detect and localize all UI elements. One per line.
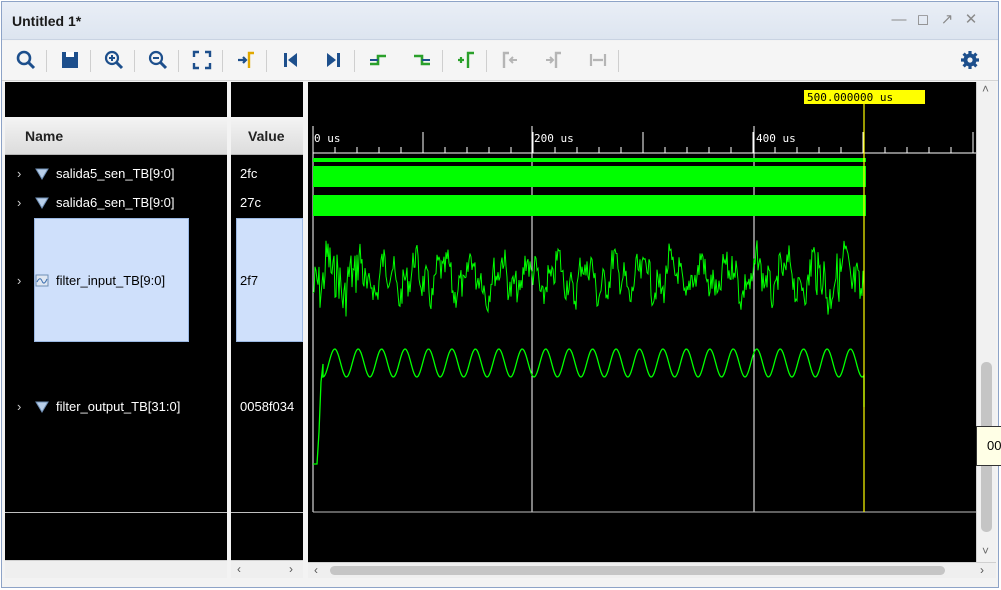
bus-trace[interactable] bbox=[313, 166, 866, 187]
signal-value-panel: Value 2fc 27c 2f7 0058f034 ‹ › bbox=[231, 82, 303, 578]
next-transition-icon[interactable] bbox=[410, 48, 434, 72]
scroll-down-icon[interactable]: ˅ bbox=[982, 544, 989, 558]
zoom-out-icon[interactable] bbox=[146, 48, 170, 72]
add-marker-icon[interactable] bbox=[454, 48, 478, 72]
analog-signal-icon bbox=[35, 274, 49, 287]
signal-name-panel: Name › salida5_sen_TB[9:0] › salida6_sen… bbox=[5, 82, 227, 578]
search-icon[interactable] bbox=[14, 48, 38, 72]
signal-value: 27c bbox=[240, 195, 261, 210]
bus-trace[interactable] bbox=[313, 158, 866, 162]
float-icon[interactable]: ↗ bbox=[938, 11, 956, 29]
value-scrollbar[interactable]: ‹ › bbox=[231, 560, 303, 578]
expand-chevron-icon[interactable]: › bbox=[17, 192, 29, 214]
bus-signal-icon bbox=[35, 168, 49, 180]
restore-icon[interactable]: ◻ bbox=[914, 11, 932, 29]
next-marker-icon[interactable] bbox=[542, 48, 566, 72]
scroll-left-icon[interactable]: ‹ bbox=[237, 561, 241, 577]
value-column-header[interactable]: Value bbox=[231, 117, 303, 155]
horizontal-scrollbar[interactable]: ‹ › bbox=[308, 562, 996, 578]
row-divider bbox=[231, 512, 303, 513]
window-title: Untitled 1* bbox=[12, 13, 82, 29]
go-to-cursor-icon[interactable] bbox=[234, 48, 258, 72]
time-tick-label: 200 us bbox=[534, 132, 574, 145]
signal-row[interactable]: › filter_input_TB[9:0] bbox=[5, 270, 227, 292]
name-scrollbar[interactable] bbox=[5, 560, 227, 578]
previous-transition-icon[interactable] bbox=[366, 48, 390, 72]
zoom-in-icon[interactable] bbox=[102, 48, 126, 72]
expand-chevron-icon[interactable]: › bbox=[17, 396, 29, 418]
minimize-icon[interactable]: — bbox=[890, 11, 908, 29]
filter-output-trace[interactable] bbox=[313, 348, 865, 465]
swap-cursors-icon[interactable] bbox=[586, 48, 610, 72]
scroll-left-icon[interactable]: ‹ bbox=[314, 563, 318, 577]
bus-signal-icon bbox=[35, 197, 49, 209]
time-tick-label: 0 us bbox=[314, 132, 341, 145]
signal-value: 0058f034 bbox=[240, 399, 295, 414]
time-tick-label: 400 us bbox=[756, 132, 796, 145]
expand-chevron-icon[interactable]: › bbox=[17, 270, 29, 292]
value-tooltip: 00 bbox=[976, 426, 1001, 466]
signal-row[interactable]: › salida6_sen_TB[9:0] bbox=[5, 192, 227, 214]
signal-value: 2f7 bbox=[240, 273, 259, 288]
close-icon[interactable]: ✕ bbox=[962, 11, 980, 29]
cursor-time-label: 500.000000 us bbox=[807, 91, 893, 104]
bus-trace[interactable] bbox=[313, 195, 866, 216]
save-icon[interactable] bbox=[58, 48, 82, 72]
expand-chevron-icon[interactable]: › bbox=[17, 163, 29, 185]
scroll-right-icon[interactable]: › bbox=[980, 563, 984, 577]
settings-gear-icon[interactable] bbox=[958, 48, 982, 72]
previous-marker-icon[interactable] bbox=[498, 48, 522, 72]
signal-row[interactable]: › salida5_sen_TB[9:0] bbox=[5, 163, 227, 185]
vertical-scrollbar[interactable]: ˄ ˅ bbox=[976, 82, 996, 562]
go-to-last-time-icon[interactable] bbox=[322, 48, 346, 72]
waveform-window: Untitled 1* — ◻ ↗ ✕ Name › salida5_sen_T… bbox=[1, 1, 999, 588]
waveform-toolbar bbox=[2, 41, 998, 81]
signal-row[interactable]: › filter_output_TB[31:0] bbox=[5, 396, 227, 418]
waveform-canvas[interactable]: 0 us 200 us 400 us 500.000000 us bbox=[308, 82, 976, 562]
row-divider bbox=[5, 512, 227, 513]
zoom-fit-icon[interactable] bbox=[190, 48, 214, 72]
horizontal-scroll-thumb[interactable] bbox=[330, 566, 945, 575]
title-bar: Untitled 1* — ◻ ↗ ✕ bbox=[2, 2, 998, 40]
bus-signal-icon bbox=[35, 401, 49, 413]
filter-input-trace[interactable] bbox=[312, 240, 865, 317]
go-to-time-zero-icon[interactable] bbox=[278, 48, 302, 72]
scroll-right-icon[interactable]: › bbox=[289, 561, 293, 577]
signal-value: 2fc bbox=[240, 166, 258, 181]
time-ruler bbox=[312, 132, 974, 153]
scroll-up-icon[interactable]: ˄ bbox=[982, 82, 989, 96]
name-column-header[interactable]: Name bbox=[5, 117, 227, 155]
waveform-svg[interactable]: 0 us 200 us 400 us 500.000000 us bbox=[308, 82, 976, 562]
